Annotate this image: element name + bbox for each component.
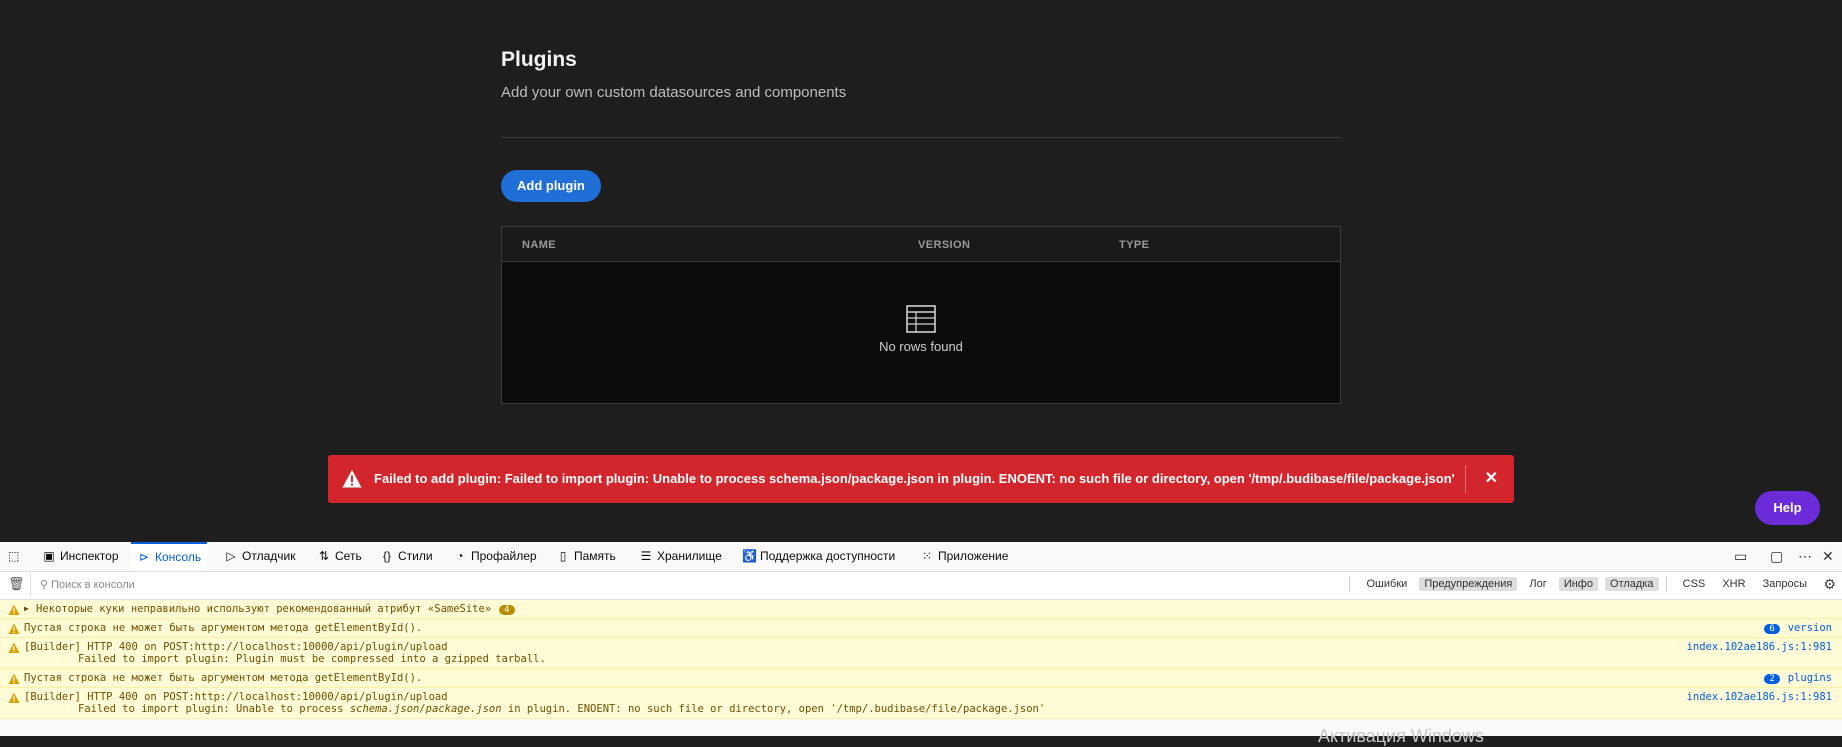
empty-state: No rows found <box>502 305 1340 354</box>
trash-icon[interactable]: 🗑 <box>8 576 25 592</box>
filter-log[interactable]: Лог <box>1524 577 1551 591</box>
close-devtools-icon[interactable]: ✕ <box>1822 548 1834 565</box>
message-source-link[interactable]: 6 version <box>1764 622 1832 634</box>
toast-separator <box>1465 465 1466 493</box>
application-icon: ⁙ <box>921 549 933 563</box>
tab-storage[interactable]: ☰ Хранилище <box>633 542 728 571</box>
console-message[interactable]: Пустая строка не может быть аргументом м… <box>0 619 1842 638</box>
storage-icon: ☰ <box>640 549 652 563</box>
network-icon: ⇅ <box>318 549 330 563</box>
warning-icon <box>8 692 20 703</box>
devtools-panel: ⬚ ▣ Инспектор ⊳ Консоль ▷ Отладчик ⇅ Сеть {}… <box>0 542 1842 736</box>
tab-network[interactable]: ⇅ Сеть <box>311 542 368 571</box>
message-source-link[interactable]: index.102ae186.js:1:981 <box>1687 641 1832 653</box>
filter-separator <box>30 573 31 597</box>
repeat-count-badge: 2 <box>1764 674 1780 684</box>
error-toast: Failed to add plugin: Failed to import p… <box>328 455 1514 503</box>
windows-activation-watermark: Активация Windows <box>1318 726 1484 746</box>
expand-triangle-icon[interactable]: ▶ <box>24 604 29 613</box>
console-message[interactable]: [Builder] HTTP 400 on POST:http://localh… <box>0 688 1842 719</box>
memory-icon: ▯ <box>559 549 567 563</box>
table-icon <box>906 305 936 333</box>
column-header-version[interactable]: VERSION <box>918 239 970 251</box>
log-level-filters: Ошибки Предупреждения Лог Инфо Отладка C… <box>1345 577 1812 592</box>
warning-icon <box>8 642 20 653</box>
filter-xhr[interactable]: XHR <box>1717 577 1750 591</box>
tab-console[interactable]: ⊳ Консоль <box>131 542 208 571</box>
column-header-name[interactable]: NAME <box>522 239 556 251</box>
more-icon[interactable]: ⋯ <box>1798 548 1812 565</box>
accessibility-icon: ♿ <box>742 549 757 563</box>
toast-message: Failed to add plugin: Failed to import p… <box>374 471 1455 486</box>
tab-debugger[interactable]: ▷ Отладчик <box>218 542 301 571</box>
empty-text: No rows found <box>879 339 963 354</box>
warning-icon <box>8 604 20 615</box>
filter-css[interactable]: CSS <box>1678 577 1711 591</box>
filter-requests[interactable]: Запросы <box>1758 577 1812 591</box>
filter-warnings[interactable]: Предупреждения <box>1419 577 1518 591</box>
element-picker-icon[interactable]: ⬚ <box>2 542 25 571</box>
tab-memory[interactable]: ▯ Память <box>550 542 622 571</box>
filter-errors[interactable]: Ошибки <box>1362 577 1413 591</box>
console-message[interactable]: Пустая строка не может быть аргументом м… <box>0 669 1842 688</box>
warning-icon <box>8 623 20 634</box>
divider <box>501 137 1341 138</box>
repeat-count-badge: 4 <box>499 605 515 615</box>
devtools-toolbar: ⬚ ▣ Инспектор ⊳ Консоль ▷ Отладчик ⇅ Сеть {}… <box>0 542 1842 572</box>
dock-icon[interactable]: ▭ <box>1734 548 1747 565</box>
settings-gear-icon[interactable]: ⚙ <box>1823 576 1836 593</box>
page-subtitle: Add your own custom datasources and comp… <box>501 84 847 101</box>
console-filter-bar: 🗑 ⚲ Поиск в консоли Ошибки Предупреждени… <box>0 572 1842 600</box>
console-message[interactable]: [Builder] HTTP 400 on POST:http://localh… <box>0 638 1842 669</box>
inspector-icon: ▣ <box>43 549 55 563</box>
page-title: Plugins <box>501 48 577 71</box>
tab-styles[interactable]: {} Стили <box>374 542 439 571</box>
close-icon[interactable]: ✕ <box>1485 468 1498 488</box>
table-header: NAME VERSION TYPE <box>502 227 1340 262</box>
console-icon: ⊳ <box>138 550 150 564</box>
warning-icon <box>342 470 362 488</box>
tab-accessibility[interactable]: ♿ Поддержка доступности <box>736 542 901 571</box>
app-area: Plugins Add your own custom datasources … <box>0 0 1842 542</box>
filter-info[interactable]: Инфо <box>1558 577 1598 591</box>
warning-icon <box>8 673 20 684</box>
tab-profiler[interactable]: ◔ Профайлер <box>447 542 543 571</box>
add-plugin-button[interactable]: Add plugin <box>501 170 601 202</box>
tab-inspector[interactable]: ▣ Инспектор <box>36 542 125 571</box>
tab-application[interactable]: ⁙ Приложение <box>914 542 1014 571</box>
styles-icon: {} <box>382 549 391 563</box>
filter-debug[interactable]: Отладка <box>1605 577 1659 591</box>
repeat-count-badge: 6 <box>1764 624 1780 634</box>
plugins-table: NAME VERSION TYPE No rows found <box>501 226 1341 404</box>
profiler-icon: ◔ <box>456 549 464 563</box>
help-button[interactable]: Help <box>1755 491 1820 525</box>
message-source-link[interactable]: 2 plugins <box>1764 672 1832 684</box>
debugger-icon: ▷ <box>226 549 236 563</box>
responsive-icon[interactable]: ▢ <box>1770 548 1783 565</box>
message-source-link[interactable]: index.102ae186.js:1:981 <box>1687 691 1832 703</box>
column-header-type[interactable]: TYPE <box>1119 239 1149 251</box>
console-search-input[interactable]: ⚲ Поиск в консоли <box>40 578 135 591</box>
console-message[interactable]: ▶ Некоторые куки неправильно используют … <box>0 600 1842 619</box>
